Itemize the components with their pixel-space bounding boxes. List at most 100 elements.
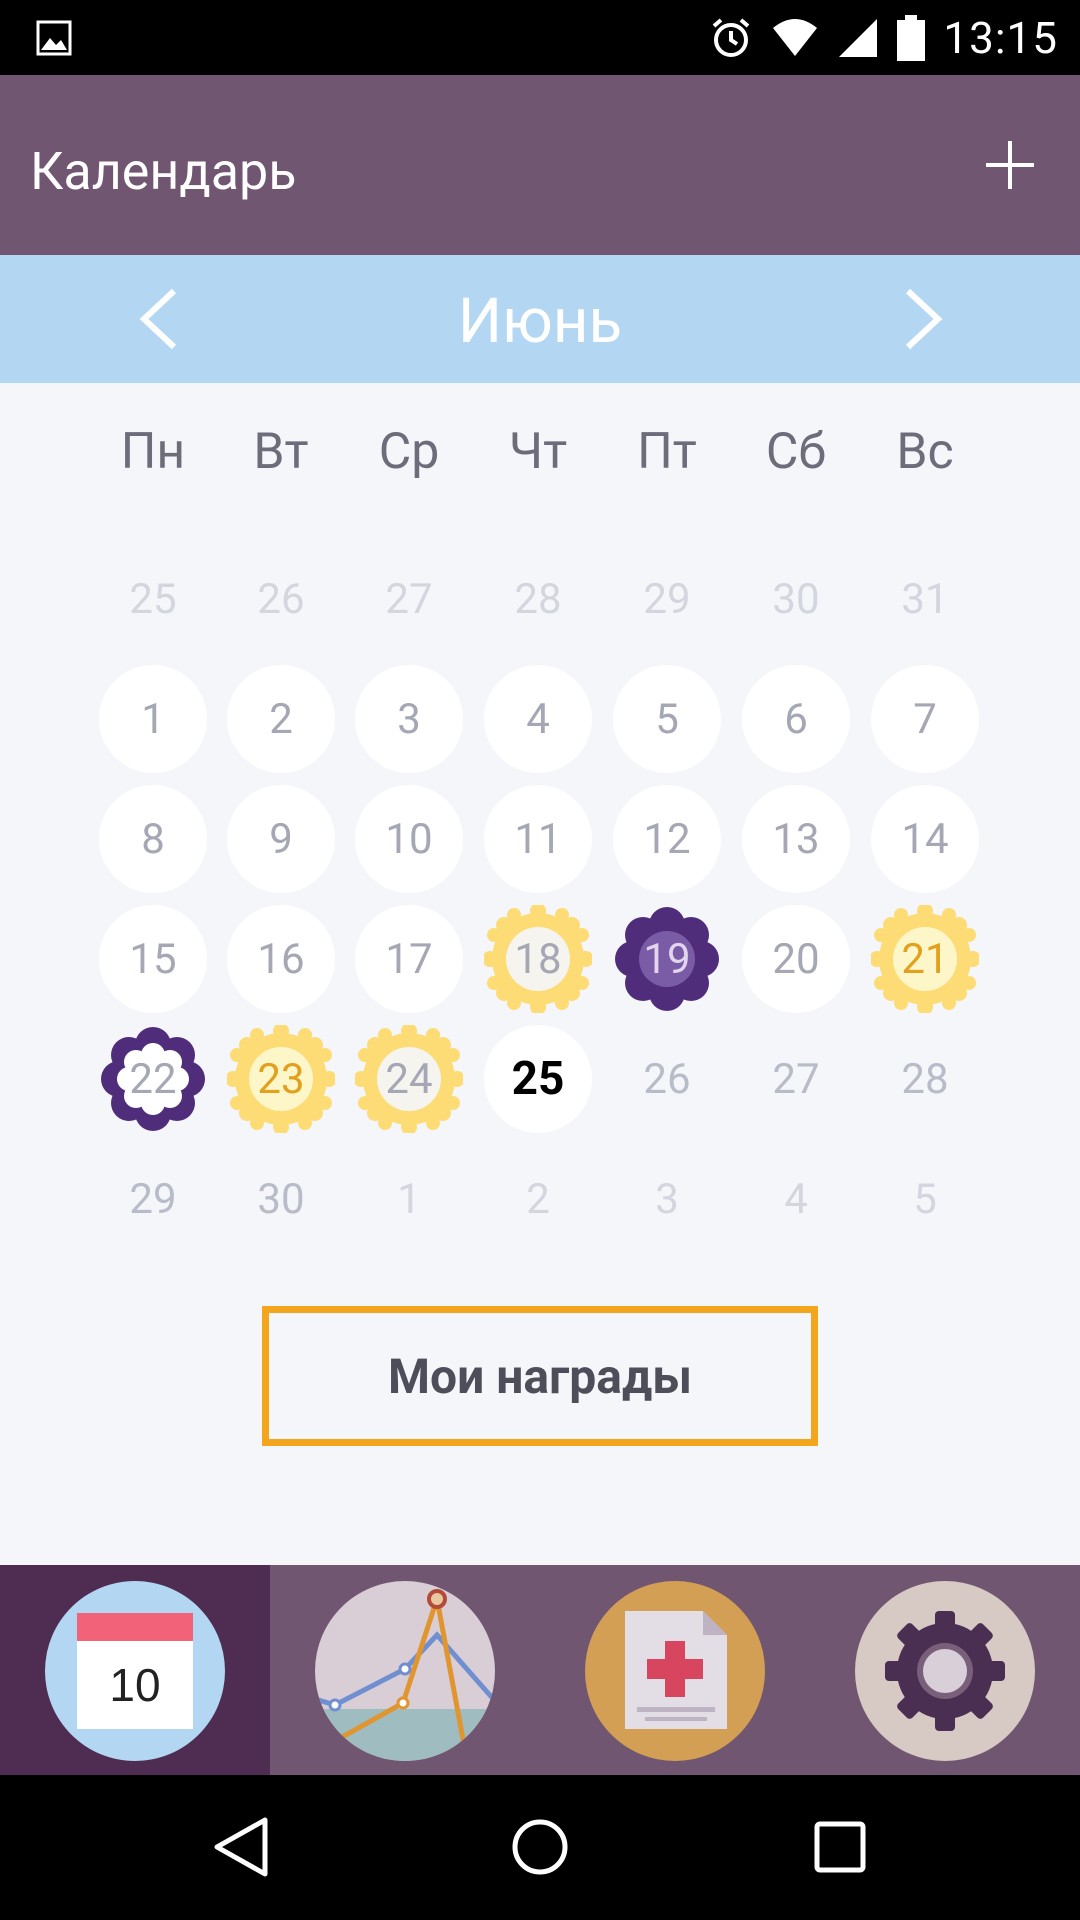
day-28[interactable]: 28 — [871, 1025, 979, 1133]
day-label: 10 — [385, 814, 433, 864]
day-prev-28[interactable]: 28 — [484, 545, 592, 653]
day-27[interactable]: 27 — [742, 1025, 850, 1133]
page-title: Календарь — [30, 141, 297, 202]
weekday-sun: Вс — [896, 423, 954, 481]
weekday-wed: Ср — [378, 423, 440, 481]
tab-medical-record[interactable] — [540, 1565, 810, 1775]
day-next-2[interactable]: 2 — [484, 1145, 592, 1253]
day-label: 25 — [129, 574, 177, 624]
day-label: 16 — [257, 934, 305, 984]
alarm-icon — [713, 17, 750, 57]
day-label: 21 — [901, 934, 949, 984]
calendar-icon-day: 10 — [109, 1659, 160, 1711]
day-label: 1 — [397, 1174, 421, 1224]
day-label: 9 — [269, 814, 293, 864]
day-19-flower-badge[interactable]: 19 — [613, 905, 721, 1013]
day-26[interactable]: 26 — [613, 1025, 721, 1133]
day-16[interactable]: 16 — [227, 905, 335, 1013]
day-label: 23 — [257, 1054, 305, 1104]
day-next-3[interactable]: 3 — [613, 1145, 721, 1253]
home-icon[interactable] — [505, 1812, 575, 1882]
day-label: 7 — [913, 694, 937, 744]
day-label: 20 — [772, 934, 820, 984]
day-29[interactable]: 29 — [99, 1145, 207, 1253]
weekday-sat: Сб — [765, 423, 827, 481]
day-label: 28 — [514, 574, 562, 624]
recents-icon[interactable] — [805, 1812, 875, 1882]
day-6[interactable]: 6 — [742, 665, 850, 773]
day-label: 2 — [269, 694, 293, 744]
day-12[interactable]: 12 — [613, 785, 721, 893]
day-1[interactable]: 1 — [99, 665, 207, 773]
day-label: 29 — [129, 1174, 177, 1224]
day-today[interactable]: 25 — [484, 1025, 592, 1133]
day-label: 26 — [257, 574, 305, 624]
day-label: 5 — [913, 1174, 937, 1224]
day-label: 2 — [526, 1174, 550, 1224]
day-18-sun-badge[interactable]: 18 — [484, 905, 592, 1013]
day-prev-30[interactable]: 30 — [742, 545, 850, 653]
day-prev-26[interactable]: 26 — [227, 545, 335, 653]
day-24-sun-badge[interactable]: 24 — [355, 1025, 463, 1133]
day-3[interactable]: 3 — [355, 665, 463, 773]
day-22-flower-badge[interactable]: 22 — [99, 1025, 207, 1133]
app-bar: Календарь — [0, 75, 1080, 255]
day-20[interactable]: 20 — [742, 905, 850, 1013]
day-label: 29 — [643, 574, 691, 624]
day-label: 18 — [514, 934, 562, 984]
back-icon[interactable] — [205, 1812, 275, 1882]
day-label: 3 — [655, 1174, 679, 1224]
day-label: 3 — [397, 694, 421, 744]
day-17[interactable]: 17 — [355, 905, 463, 1013]
day-label: 14 — [901, 814, 949, 864]
day-15[interactable]: 15 — [99, 905, 207, 1013]
day-label: 13 — [772, 814, 820, 864]
day-21-sun-badge[interactable]: 21 — [871, 905, 979, 1013]
day-label: 27 — [772, 1054, 820, 1104]
day-5[interactable]: 5 — [613, 665, 721, 773]
day-7[interactable]: 7 — [871, 665, 979, 773]
day-30[interactable]: 30 — [227, 1145, 335, 1253]
status-bar: 13:15 — [0, 0, 1080, 75]
day-label: 4 — [784, 1174, 808, 1224]
day-label: 12 — [643, 814, 691, 864]
day-label: 31 — [901, 574, 949, 624]
day-next-5[interactable]: 5 — [871, 1145, 979, 1253]
day-label: 4 — [526, 694, 550, 744]
weekday-header: Пн Вт Ср Чт Пт Сб Вс — [0, 423, 1080, 493]
day-8[interactable]: 8 — [99, 785, 207, 893]
day-label: 1 — [141, 694, 165, 744]
tab-settings[interactable] — [810, 1565, 1080, 1775]
day-prev-27[interactable]: 27 — [355, 545, 463, 653]
day-10[interactable]: 10 — [355, 785, 463, 893]
tab-chart[interactable] — [270, 1565, 540, 1775]
day-2[interactable]: 2 — [227, 665, 335, 773]
day-label: 5 — [655, 694, 679, 744]
day-next-4[interactable]: 4 — [742, 1145, 850, 1253]
weekday-mon: Пн — [120, 423, 186, 481]
day-label: 25 — [511, 1052, 565, 1106]
system-nav-bar — [0, 1775, 1080, 1920]
calendar-grid: Пн Вт Ср Чт Пт Сб Вс 25 26 27 28 29 30 3… — [0, 383, 1080, 1565]
day-prev-31[interactable]: 31 — [871, 545, 979, 653]
chevron-right-icon[interactable] — [894, 285, 954, 353]
day-prev-25[interactable]: 25 — [99, 545, 207, 653]
weekday-thu: Чт — [508, 423, 568, 481]
day-label: 28 — [901, 1054, 949, 1104]
day-4[interactable]: 4 — [484, 665, 592, 773]
day-11[interactable]: 11 — [484, 785, 592, 893]
medical-document-icon — [585, 1581, 765, 1761]
tab-calendar[interactable]: 10 — [0, 1565, 270, 1775]
day-9[interactable]: 9 — [227, 785, 335, 893]
day-label: 11 — [514, 814, 562, 864]
day-13[interactable]: 13 — [742, 785, 850, 893]
day-23-sun-badge[interactable]: 23 — [227, 1025, 335, 1133]
day-next-1[interactable]: 1 — [355, 1145, 463, 1253]
day-14[interactable]: 14 — [871, 785, 979, 893]
plus-icon[interactable] — [980, 135, 1040, 195]
my-rewards-button[interactable]: Мои награды — [262, 1306, 818, 1446]
day-label: 22 — [129, 1054, 177, 1104]
status-time: 13:15 — [943, 11, 1058, 64]
day-prev-29[interactable]: 29 — [613, 545, 721, 653]
day-label: 26 — [643, 1054, 691, 1104]
